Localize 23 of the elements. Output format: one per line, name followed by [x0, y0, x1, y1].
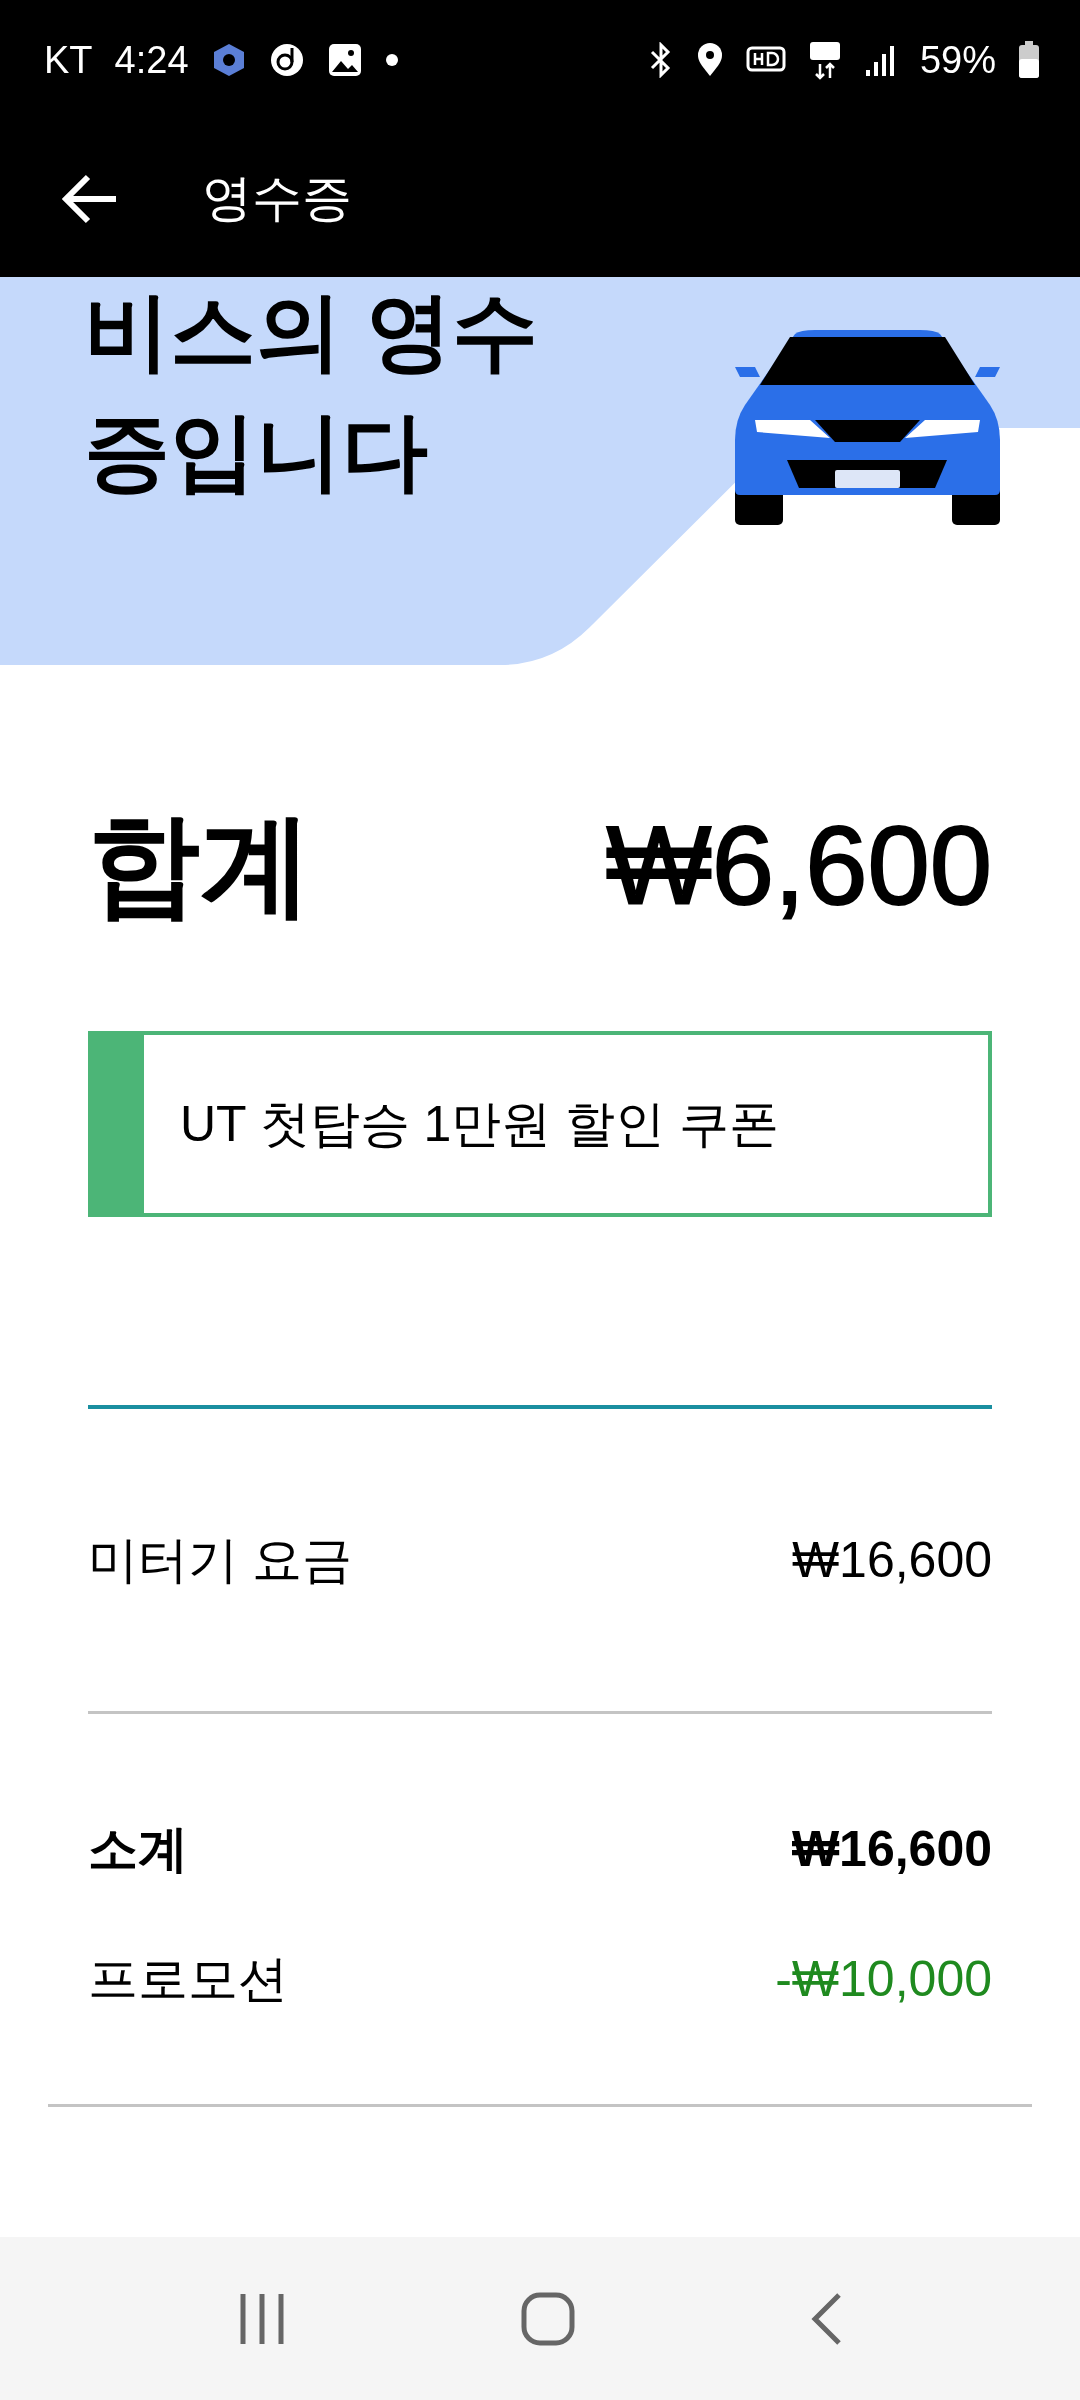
network-icon [807, 40, 842, 80]
summary-value: ₩16,600 [791, 1820, 992, 1878]
fare-value: ₩16,600 [791, 1531, 992, 1589]
dot-icon [384, 53, 399, 67]
summary-label: 프로모션 [88, 1949, 288, 2009]
summary-label: 소계 [88, 1819, 188, 1879]
home-button[interactable] [520, 2290, 576, 2347]
banner-heading: 증입니다 [84, 403, 428, 499]
image-icon [326, 42, 363, 78]
summary-value: -₩10,000 [775, 1950, 992, 2008]
clock: 4:24 [114, 38, 189, 82]
back-nav-button[interactable] [809, 2290, 844, 2347]
total-label: 합계 [88, 801, 312, 929]
banner-heading: 비스의 영수 [84, 283, 538, 379]
carrier: KT [44, 38, 93, 82]
location-icon [695, 42, 724, 78]
battery-icon [1018, 41, 1040, 79]
screen-title: 영수증 [202, 169, 352, 228]
fare-label: 미터기 요금 [88, 1530, 352, 1590]
total-amount: ₩6,600 [606, 802, 992, 930]
battery-percent: 59% [919, 38, 996, 82]
coupon-text: UT 첫탑승 1만원 할인 쿠폰 [180, 1094, 780, 1154]
app-icon [268, 42, 305, 78]
